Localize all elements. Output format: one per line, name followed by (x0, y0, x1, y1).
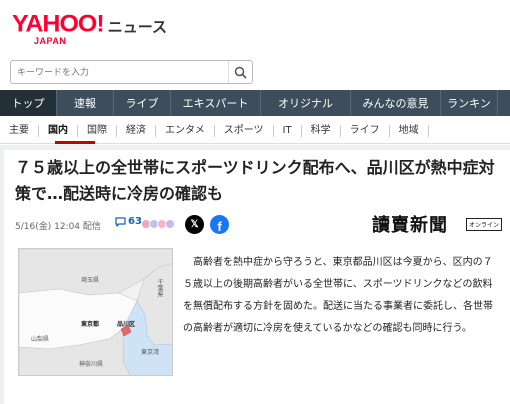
map-label-tokyo: 東京都 (81, 321, 100, 328)
main-nav: トップ 速報 ライブ エキスパート オリジナル みんなの意見 ランキン (0, 90, 510, 116)
x-icon: 𝕏 (190, 219, 199, 230)
nav-item-ranking[interactable]: ランキン (441, 90, 498, 116)
logo-japan-text: JAPAN (34, 36, 67, 46)
map-label-saitama: 埼玉県 (81, 277, 100, 284)
nav-item-live[interactable]: ライブ (114, 90, 171, 116)
reaction-icon (165, 219, 175, 229)
nav-item-top[interactable]: トップ (0, 90, 57, 116)
nav-item-opinions[interactable]: みんなの意見 (351, 90, 441, 116)
section-name: ニュース (107, 18, 167, 36)
map-label-tokyo-bay: 東京湾 (141, 349, 160, 356)
tab-local[interactable]: 地域 (390, 124, 429, 137)
site-header: YAHOO! JAPAN ニュース (0, 0, 510, 58)
yahoo-japan-logo[interactable]: YAHOO! JAPAN ニュース (12, 10, 167, 46)
article-date: 5/16(金) 12:04 配信 (15, 222, 101, 232)
comments-link[interactable]: 63 (115, 216, 142, 227)
article-title: ７５歳以上の全世帯にスポーツドリンク配布へ、品川区が熱中症対策で…配送時に冷房の… (15, 158, 495, 203)
map-label-kanagawa: 神奈川県 (79, 361, 104, 368)
search-button[interactable] (228, 61, 252, 83)
article-map-image: 埼玉県 千葉県 東京都 品川区 山梨県 東京湾 神奈川県 (18, 248, 173, 376)
active-tab-indicator (55, 141, 95, 144)
nav-item-breaking[interactable]: 速報 (57, 90, 114, 116)
nav-item-expert[interactable]: エキスパート (171, 90, 261, 116)
article-body: 高齢者を熱中症から守ろうと、東京都品川区は今夏から、区内の７５歳以上の後期高齢者… (183, 257, 493, 334)
tab-sports[interactable]: スポーツ (215, 124, 274, 137)
tab-science[interactable]: 科学 (302, 124, 341, 137)
tab-economy[interactable]: 経済 (117, 124, 156, 137)
tab-life[interactable]: ライフ (341, 124, 390, 137)
nav-item-original[interactable]: オリジナル (261, 90, 351, 116)
search-input[interactable] (17, 65, 217, 80)
tab-main[interactable]: 主要 (0, 124, 39, 137)
share-facebook-button[interactable]: f (210, 215, 229, 234)
map-label-shinagawa: 品川区 (117, 321, 136, 328)
facebook-icon: f (217, 219, 222, 234)
comment-icon (115, 216, 126, 227)
comment-count: 63 (128, 216, 142, 227)
publisher-online-badge: オンライン (466, 218, 503, 231)
search-icon (234, 66, 247, 79)
map-label-chiba: 千葉県 (156, 279, 163, 297)
publisher-logo[interactable]: 讀賣新聞 (372, 211, 448, 237)
reaction-icons[interactable] (141, 219, 175, 229)
tab-entertainment[interactable]: エンタメ (156, 124, 215, 137)
tab-it[interactable]: IT (274, 124, 302, 137)
tab-domestic[interactable]: 国内 (39, 124, 78, 137)
map-graphic (19, 249, 172, 375)
share-x-button[interactable]: 𝕏 (185, 215, 204, 234)
tab-international[interactable]: 国際 (78, 124, 117, 137)
map-label-yamanashi: 山梨県 (31, 336, 50, 343)
logo-yahoo-text: YAHOO! (12, 10, 105, 38)
search-box (10, 60, 253, 84)
